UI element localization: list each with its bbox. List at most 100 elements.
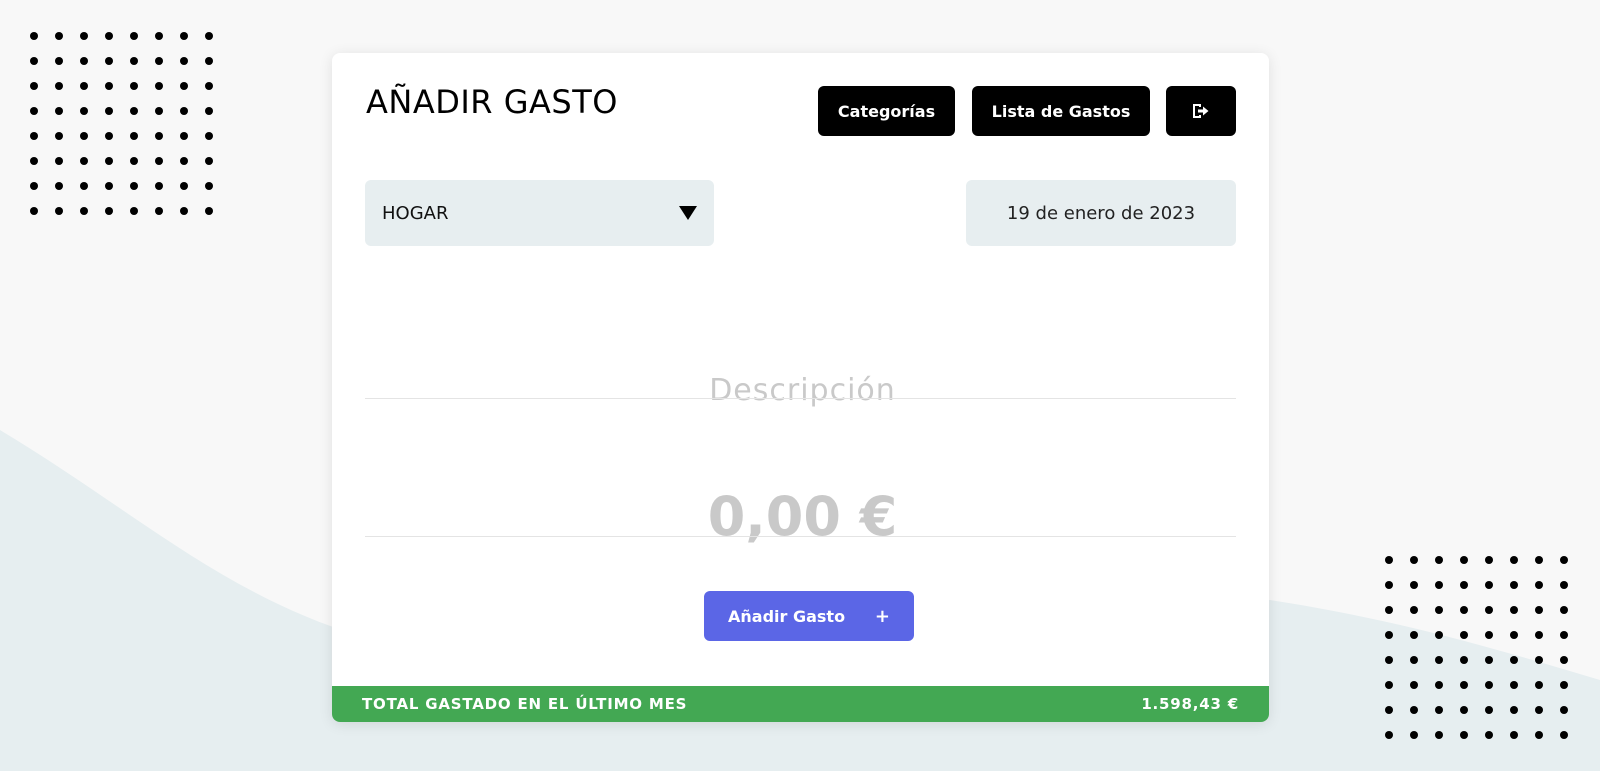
dot (80, 57, 88, 65)
dot (130, 32, 138, 40)
dot (105, 57, 113, 65)
dot (205, 182, 213, 190)
dot (1510, 656, 1518, 664)
add-expense-card: AÑADIR GASTO Categorías Lista de Gastos … (332, 53, 1269, 722)
dot (180, 132, 188, 140)
dot (80, 132, 88, 140)
dot (30, 32, 38, 40)
dot (1385, 631, 1393, 639)
dot (130, 107, 138, 115)
dot (1410, 681, 1418, 689)
dot (1510, 731, 1518, 739)
dot (180, 157, 188, 165)
logout-button[interactable] (1166, 86, 1236, 136)
dot (180, 57, 188, 65)
dot (1560, 581, 1568, 589)
dot (1535, 556, 1543, 564)
dot (1435, 556, 1443, 564)
dot (180, 107, 188, 115)
dot (1410, 631, 1418, 639)
add-expense-button[interactable]: Añadir Gasto + (704, 591, 914, 641)
dot (155, 207, 163, 215)
dot (1460, 631, 1468, 639)
dot (205, 207, 213, 215)
dot (1485, 731, 1493, 739)
dot (30, 57, 38, 65)
logout-icon (1193, 104, 1209, 118)
amount-input[interactable] (365, 480, 1240, 552)
dot (1460, 606, 1468, 614)
dot (1460, 731, 1468, 739)
dot (1435, 631, 1443, 639)
dot (1435, 681, 1443, 689)
dot (105, 82, 113, 90)
dot (155, 57, 163, 65)
dot (1435, 706, 1443, 714)
dot (1560, 681, 1568, 689)
dot (1560, 606, 1568, 614)
dot (130, 157, 138, 165)
dot (30, 107, 38, 115)
dot (105, 207, 113, 215)
date-value: 19 de enero de 2023 (1006, 202, 1196, 224)
dot (130, 207, 138, 215)
dot (180, 82, 188, 90)
categories-button[interactable]: Categorías (818, 86, 955, 136)
dot (80, 82, 88, 90)
dot (205, 132, 213, 140)
dot (55, 182, 63, 190)
dot (1435, 581, 1443, 589)
description-input[interactable] (365, 363, 1240, 417)
dot (1410, 731, 1418, 739)
expense-list-button[interactable]: Lista de Gastos (972, 86, 1150, 136)
dot (130, 57, 138, 65)
dot (130, 132, 138, 140)
dot (180, 32, 188, 40)
dot (30, 207, 38, 215)
dot (1560, 706, 1568, 714)
dot (1385, 581, 1393, 589)
dot (80, 32, 88, 40)
dot (1510, 681, 1518, 689)
dot-pattern-top-left (30, 32, 230, 232)
dot (1485, 556, 1493, 564)
dot (1385, 606, 1393, 614)
dot (80, 157, 88, 165)
dot (1385, 656, 1393, 664)
dot (205, 157, 213, 165)
category-select[interactable]: HOGAR (365, 180, 714, 246)
dot (1385, 681, 1393, 689)
dot (30, 132, 38, 140)
dot (155, 32, 163, 40)
dot (1435, 731, 1443, 739)
dot (1510, 631, 1518, 639)
dot (1435, 656, 1443, 664)
dot (1510, 606, 1518, 614)
dot (1485, 656, 1493, 664)
dot (1460, 681, 1468, 689)
divider (365, 536, 1236, 537)
dot (55, 157, 63, 165)
dot (1485, 631, 1493, 639)
dot (55, 107, 63, 115)
dot (130, 182, 138, 190)
add-expense-label: Añadir Gasto (728, 606, 846, 626)
dot (55, 132, 63, 140)
dot (155, 107, 163, 115)
caret-down-icon (679, 206, 697, 220)
dot (1560, 656, 1568, 664)
dot (55, 32, 63, 40)
dot-pattern-bottom-right (1385, 556, 1585, 756)
dot (1535, 706, 1543, 714)
total-spent-value: 1.598,43 € (1141, 695, 1239, 713)
dot (1385, 706, 1393, 714)
date-picker[interactable]: 19 de enero de 2023 (966, 180, 1236, 246)
dot (30, 157, 38, 165)
dot (1560, 556, 1568, 564)
dot (1460, 656, 1468, 664)
dot (55, 207, 63, 215)
dot (155, 182, 163, 190)
dot (1385, 556, 1393, 564)
dot (1460, 556, 1468, 564)
dot (1510, 706, 1518, 714)
